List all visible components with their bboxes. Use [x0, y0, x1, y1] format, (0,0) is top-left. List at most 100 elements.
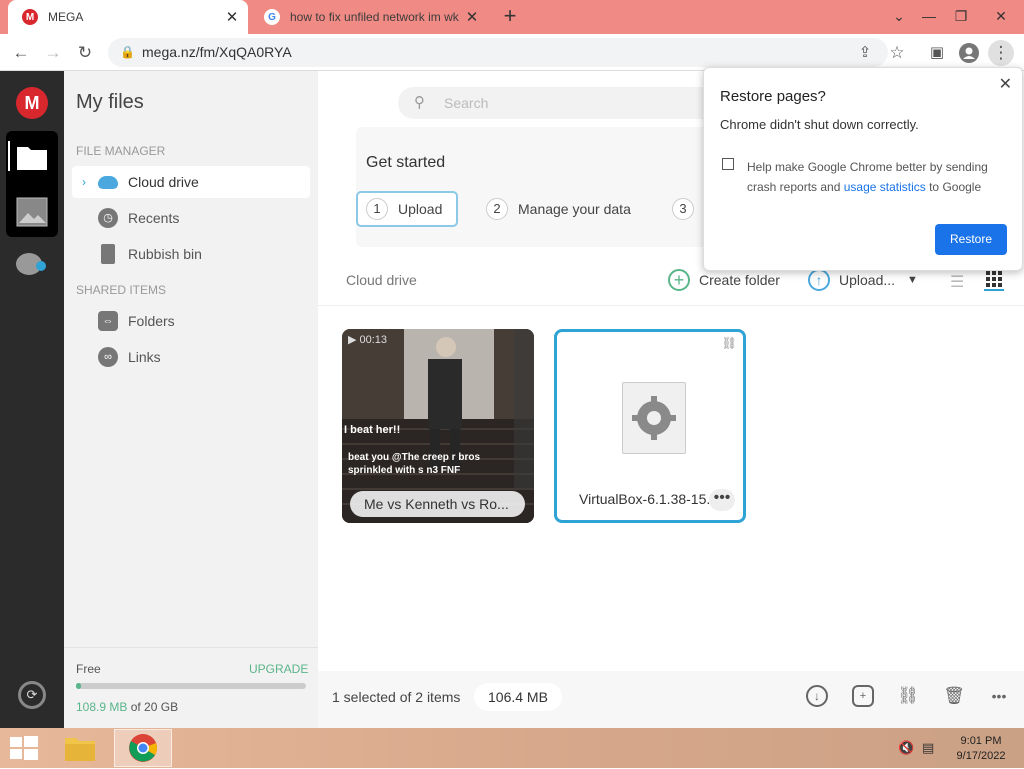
- step-label: Manage your data: [518, 201, 631, 217]
- volume-muted-icon[interactable]: 🔇: [898, 740, 914, 756]
- get-started-step-manage[interactable]: 2 Manage your data: [478, 191, 631, 227]
- file-nav-panel: My files FILE MANAGER › Cloud drive ◷ Re…: [64, 71, 318, 728]
- mega-logo-icon[interactable]: M: [16, 87, 48, 119]
- restore-window-icon[interactable]: ❐: [946, 4, 976, 28]
- step-number: 3: [672, 198, 694, 220]
- cloud-drive-rail-icon[interactable]: [16, 143, 48, 176]
- restore-pages-dialog: Restore pages? ✕ Chrome didn't shut down…: [703, 67, 1023, 271]
- upload-label: Upload...: [839, 272, 896, 288]
- address-bar[interactable]: 🔒 mega.nz/fm/XqQA0RYA: [108, 38, 888, 67]
- google-favicon-icon: G: [264, 9, 280, 25]
- taskbar-chrome-button[interactable]: [114, 729, 172, 767]
- close-tab-icon[interactable]: ✕: [462, 8, 482, 26]
- profile-avatar[interactable]: [956, 40, 982, 66]
- trash-icon[interactable]: 🗑: [943, 685, 965, 707]
- tab-google-search[interactable]: G how to fix unfiled network im wk ✕: [250, 0, 488, 34]
- rail-active-indicator: [8, 141, 10, 171]
- clock-time: 9:01 PM: [960, 735, 1002, 747]
- checkbox-label: Help make Google Chrome better by sendin…: [747, 160, 988, 194]
- network-icon[interactable]: ▤: [922, 740, 934, 756]
- mega-app-rail: M ⟳: [0, 71, 64, 728]
- breadcrumb[interactable]: Cloud drive: [346, 272, 417, 288]
- file-card-video[interactable]: ▶ 00:13 I beat her!! beat you @The creep…: [342, 329, 534, 523]
- restore-button[interactable]: Restore: [935, 224, 1007, 255]
- reload-icon[interactable]: ↻: [72, 40, 98, 66]
- grid-view-icon[interactable]: [984, 271, 1004, 291]
- file-name: VirtualBox-6.1.38-15...: [579, 491, 717, 507]
- selection-size-badge: 106.4 MB: [474, 683, 562, 711]
- browser-tab-strip: M MEGA ✕ G how to fix unfiled network im…: [0, 0, 1024, 34]
- divider: [318, 305, 1024, 306]
- sidebar-item-cloud-drive[interactable]: › Cloud drive: [72, 166, 310, 198]
- chrome-menu-icon[interactable]: ⋮: [988, 40, 1014, 66]
- new-tab-button[interactable]: +: [498, 5, 522, 29]
- get-started-step-3[interactable]: 3: [664, 191, 704, 227]
- windows-start-icon[interactable]: [10, 736, 38, 765]
- get-link-icon[interactable]: ⛓: [897, 685, 919, 707]
- chevron-down-icon: ▼: [907, 274, 918, 286]
- forward-arrow-icon[interactable]: →: [40, 40, 66, 66]
- download-icon[interactable]: ↓: [806, 685, 828, 707]
- step-number: 1: [366, 198, 388, 220]
- chevron-right-icon[interactable]: ›: [82, 175, 86, 189]
- metrics-checkbox[interactable]: [722, 158, 734, 170]
- usage-statistics-link[interactable]: usage statistics: [844, 180, 926, 194]
- create-folder-button[interactable]: + Create folder: [668, 269, 780, 291]
- sidebar-item-links[interactable]: ∞ Links: [72, 341, 310, 373]
- search-placeholder: Search: [444, 95, 489, 111]
- close-window-icon[interactable]: ✕: [986, 4, 1016, 28]
- system-clock[interactable]: 9:01 PM 9/17/2022: [948, 734, 1014, 764]
- search-input[interactable]: ⚲ Search: [398, 87, 728, 119]
- close-tab-icon[interactable]: ✕: [222, 8, 242, 26]
- tab-search-chevron-icon[interactable]: ⌄: [884, 4, 914, 28]
- file-manager-heading: FILE MANAGER: [76, 144, 166, 158]
- sync-icon[interactable]: ⟳: [18, 681, 46, 709]
- share-chat-icon[interactable]: +: [852, 685, 874, 707]
- link-icon: ∞: [98, 347, 118, 367]
- more-actions-icon[interactable]: •••: [988, 685, 1010, 707]
- mega-favicon-icon: M: [22, 9, 38, 25]
- tab-title: MEGA: [48, 10, 84, 24]
- file-explorer-icon[interactable]: [62, 732, 98, 764]
- chrome-icon: [129, 734, 157, 762]
- sidebar-item-label: Folders: [128, 313, 175, 329]
- list-view-icon[interactable]: ☰: [950, 272, 964, 292]
- video-duration: ▶ 00:13: [348, 334, 388, 346]
- lock-icon: 🔒: [120, 45, 135, 59]
- clock-icon: ◷: [98, 208, 118, 228]
- dialog-message: Chrome didn't shut down correctly.: [720, 117, 919, 132]
- upgrade-link[interactable]: UPGRADE: [249, 662, 308, 676]
- plus-circle-icon: +: [668, 269, 690, 291]
- cloud-icon: [98, 175, 118, 189]
- sidebar-item-rubbish-bin[interactable]: Rubbish bin: [72, 238, 310, 270]
- step-number: 2: [486, 198, 508, 220]
- back-arrow-icon[interactable]: ←: [8, 40, 34, 66]
- browser-toolbar: ← → ↻ 🔒 mega.nz/fm/XqQA0RYA ⇪ ☆ ▣ ⋮: [0, 34, 1024, 71]
- more-options-icon[interactable]: •••: [709, 489, 735, 511]
- storage-bar: [76, 683, 306, 689]
- sidebar-item-label: Rubbish bin: [128, 246, 202, 262]
- sidebar-item-label: Cloud drive: [128, 174, 199, 190]
- minimize-icon[interactable]: —: [914, 4, 944, 28]
- file-card-virtualbox[interactable]: ⛓ VirtualBox-6.1.38-15... •••: [554, 329, 746, 523]
- bookmark-star-icon[interactable]: ☆: [884, 40, 910, 66]
- sidebar-item-recents[interactable]: ◷ Recents: [72, 202, 310, 234]
- executable-file-icon: [622, 382, 686, 454]
- sidebar-item-folders[interactable]: ⇔ Folders: [72, 305, 310, 337]
- get-started-step-upload[interactable]: 1 Upload: [356, 191, 458, 227]
- video-overlay-caption: beat you @The creep r bros sprinkled wit…: [348, 452, 481, 476]
- tab-title: how to fix unfiled network im wk: [290, 10, 459, 24]
- upload-button[interactable]: ↑ Upload... ▼: [808, 269, 918, 291]
- selection-count: 1 selected of 2 items: [332, 689, 461, 705]
- video-overlay-text: I beat her!!: [344, 424, 401, 436]
- divider: [64, 647, 318, 648]
- storage-usage-text: 108.9 MB of 20 GB: [76, 700, 178, 714]
- photos-rail-icon[interactable]: [16, 197, 48, 232]
- side-panel-icon[interactable]: ▣: [924, 40, 950, 66]
- tab-mega[interactable]: M MEGA ✕: [8, 0, 248, 34]
- share-icon[interactable]: ⇪: [852, 40, 878, 66]
- selection-footer-bar: 1 selected of 2 items 106.4 MB ↓ + ⛓ 🗑 •…: [318, 671, 1024, 728]
- close-icon[interactable]: ✕: [999, 74, 1012, 94]
- trash-icon: [101, 244, 115, 264]
- chat-rail-icon[interactable]: [14, 251, 50, 286]
